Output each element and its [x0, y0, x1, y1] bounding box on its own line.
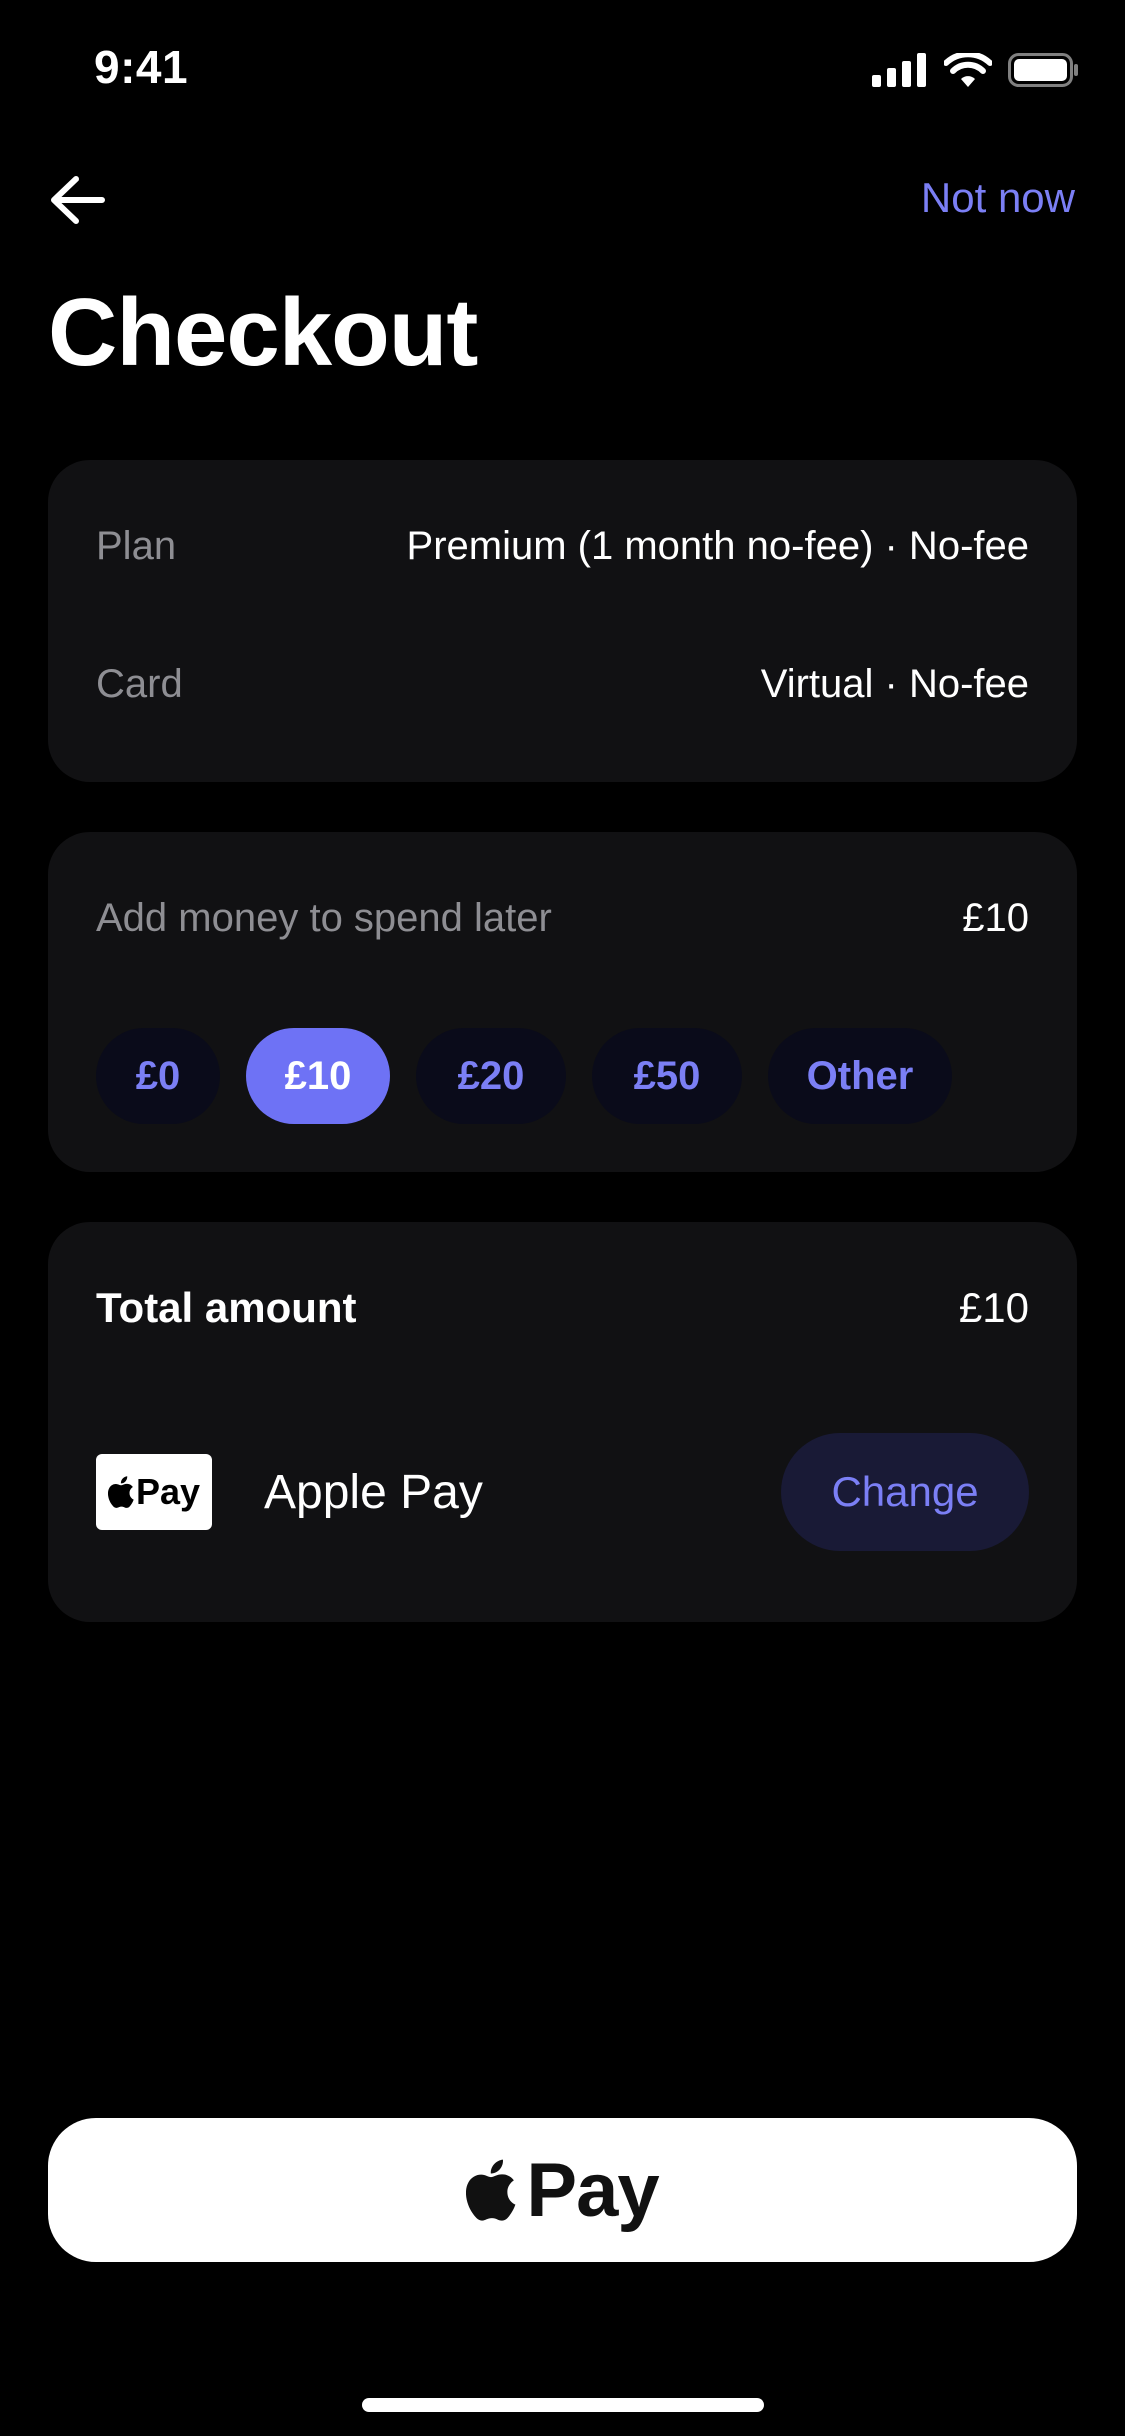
wifi-icon	[944, 53, 992, 87]
total-label: Total amount	[96, 1284, 357, 1331]
plan-label: Plan	[96, 524, 177, 568]
apple-logo-icon	[107, 1476, 134, 1508]
plan-summary-card: Plan Premium (1 month no-fee) · No-fee C…	[48, 460, 1077, 782]
apple-pay-logo-text: Pay	[135, 1471, 201, 1512]
card-label: Card	[96, 662, 183, 706]
status-time: 9:41	[94, 41, 189, 93]
not-now-link[interactable]: Not now	[921, 174, 1075, 222]
home-indicator	[362, 2398, 764, 2412]
apple-pay-logo: Pay	[96, 1454, 212, 1530]
amount-chip-0[interactable]: £0	[96, 1028, 220, 1124]
total-value: £10	[958, 1284, 1029, 1331]
amount-chip-50[interactable]: £50	[592, 1028, 742, 1124]
add-money-label: Add money to spend later	[96, 896, 552, 940]
battery-icon	[1008, 53, 1078, 87]
add-money-row: Add money to spend later £10	[96, 896, 1029, 941]
payment-method-label: Apple Pay	[264, 1465, 483, 1519]
apple-logo-icon	[466, 2159, 516, 2221]
amount-chip-10[interactable]: £10	[246, 1028, 390, 1124]
amount-chip-20[interactable]: £20	[416, 1028, 566, 1124]
arrow-left-icon	[51, 176, 105, 224]
plan-value: Premium (1 month no-fee) · No-fee	[406, 524, 1029, 568]
status-icons	[872, 50, 1080, 90]
card-value: Virtual · No-fee	[760, 662, 1029, 706]
cellular-signal-icon	[872, 53, 926, 87]
apple-pay-button-label: Pay	[526, 2147, 659, 2233]
add-money-value: £10	[962, 896, 1029, 940]
add-money-card: Add money to spend later £10 £0 £10 £20 …	[48, 832, 1077, 1172]
apple-pay-button[interactable]: Pay	[48, 2118, 1077, 2262]
payment-method-row: Pay Apple Pay Change	[96, 1432, 1029, 1552]
card-row: Card Virtual · No-fee	[96, 662, 1029, 707]
plan-row: Plan Premium (1 month no-fee) · No-fee	[96, 524, 1029, 569]
amount-chips: £0 £10 £20 £50 Other	[96, 1028, 952, 1124]
total-card: Total amount £10 Pay Apple Pay Change	[48, 1222, 1077, 1622]
amount-chip-other[interactable]: Other	[768, 1028, 952, 1124]
page-title: Checkout	[48, 279, 478, 386]
change-payment-button[interactable]: Change	[781, 1433, 1029, 1551]
total-row: Total amount £10	[96, 1284, 1029, 1332]
back-button[interactable]	[48, 172, 108, 228]
